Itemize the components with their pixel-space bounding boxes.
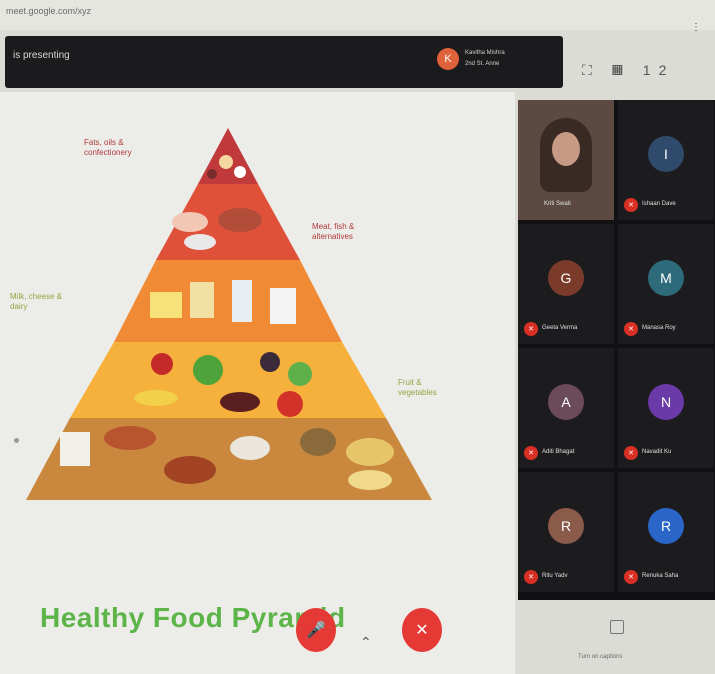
- avatar: I: [648, 136, 684, 172]
- presenter-name: Kavitha Mishra: [465, 50, 505, 56]
- food-pyramid-graphic: [26, 128, 432, 500]
- participant-name: Navadit Ku: [642, 449, 672, 455]
- presenter-subtitle: 2nd St. Anne: [465, 61, 500, 67]
- presentation-topbar: is presenting K Kavitha Mishra 2nd St. A…: [5, 36, 563, 88]
- participant-name: Renuka Saha: [642, 573, 679, 579]
- camera-off-icon: ✕: [415, 622, 429, 639]
- layout-tools[interactable]: ⛶ ▦ 12: [582, 62, 674, 79]
- participant-tile[interactable]: R ✕ Ritu Yadv: [518, 472, 614, 592]
- avatar: G: [548, 260, 584, 296]
- avatar: M: [648, 260, 684, 296]
- call-controls: 🎤 ⌃ ✕ Turn on captions: [0, 600, 715, 674]
- label-fats: Fats, oils & confectionery: [84, 138, 132, 157]
- captions-label[interactable]: Turn on captions: [578, 654, 622, 660]
- label-dairy: Milk, cheese & dairy: [10, 292, 63, 311]
- participant-name: Kriti Swati: [544, 201, 571, 207]
- mic-icon: 🎤: [306, 622, 326, 639]
- presenter-avatar: K: [437, 48, 459, 70]
- participant-name: Manasa Roy: [642, 325, 676, 331]
- participant-name: Aditi Bhagat: [542, 449, 575, 455]
- participant-name: Ishaan Dave: [642, 201, 676, 207]
- url-text[interactable]: meet.google.com/xyz: [6, 6, 91, 16]
- avatar: A: [548, 384, 584, 420]
- mic-off-icon: ✕: [524, 322, 538, 336]
- label-meat: Meat, fish & alternatives: [312, 222, 355, 241]
- avatar: R: [548, 508, 584, 544]
- participant-tile[interactable]: R ✕ Renuka Saha: [618, 472, 714, 592]
- mic-off-icon: ✕: [624, 446, 638, 460]
- participant-tile[interactable]: N ✕ Navadit Ku: [618, 348, 714, 468]
- participant-tile[interactable]: G ✕ Geeta Verma: [518, 224, 614, 344]
- label-fruit: Fruit & vegetables: [398, 378, 437, 397]
- presenter-info: K Kavitha Mishra 2nd St. Anne: [437, 48, 505, 70]
- mic-off-icon: ✕: [524, 570, 538, 584]
- browser-address-bar: meet.google.com/xyz ⋮: [0, 0, 715, 33]
- participant-name: Geeta Verma: [542, 325, 578, 331]
- presenting-label: is presenting: [13, 50, 70, 61]
- participant-tile[interactable]: I ✕ Ishaan Dave: [618, 100, 714, 220]
- participant-tile[interactable]: M ✕ Manasa Roy: [618, 224, 714, 344]
- mic-toggle-button[interactable]: 🎤: [296, 608, 336, 652]
- avatar: N: [648, 384, 684, 420]
- shared-slide: Fats, oils & confectionery Meat, fish & al…: [0, 92, 515, 674]
- slide-marker: [14, 438, 19, 443]
- captions-icon[interactable]: [610, 620, 624, 634]
- mic-off-icon: ✕: [624, 570, 638, 584]
- participant-tile-self[interactable]: Kriti Swati: [518, 100, 614, 220]
- mic-off-icon: ✕: [624, 322, 638, 336]
- participant-tile[interactable]: A ✕ Aditi Bhagat: [518, 348, 614, 468]
- mic-off-icon: ✕: [624, 198, 638, 212]
- more-options-icon[interactable]: ⌃: [360, 634, 372, 651]
- participant-grid: Kriti Swati I ✕ Ishaan Dave G ✕ Geeta Ve…: [518, 100, 715, 600]
- mic-off-icon: ✕: [524, 446, 538, 460]
- avatar: R: [648, 508, 684, 544]
- menu-dots-icon[interactable]: ⋮: [691, 22, 701, 33]
- camera-toggle-button[interactable]: ✕: [402, 608, 442, 652]
- participant-name: Ritu Yadv: [542, 573, 568, 579]
- pyramid-tier-dairy: [114, 260, 342, 342]
